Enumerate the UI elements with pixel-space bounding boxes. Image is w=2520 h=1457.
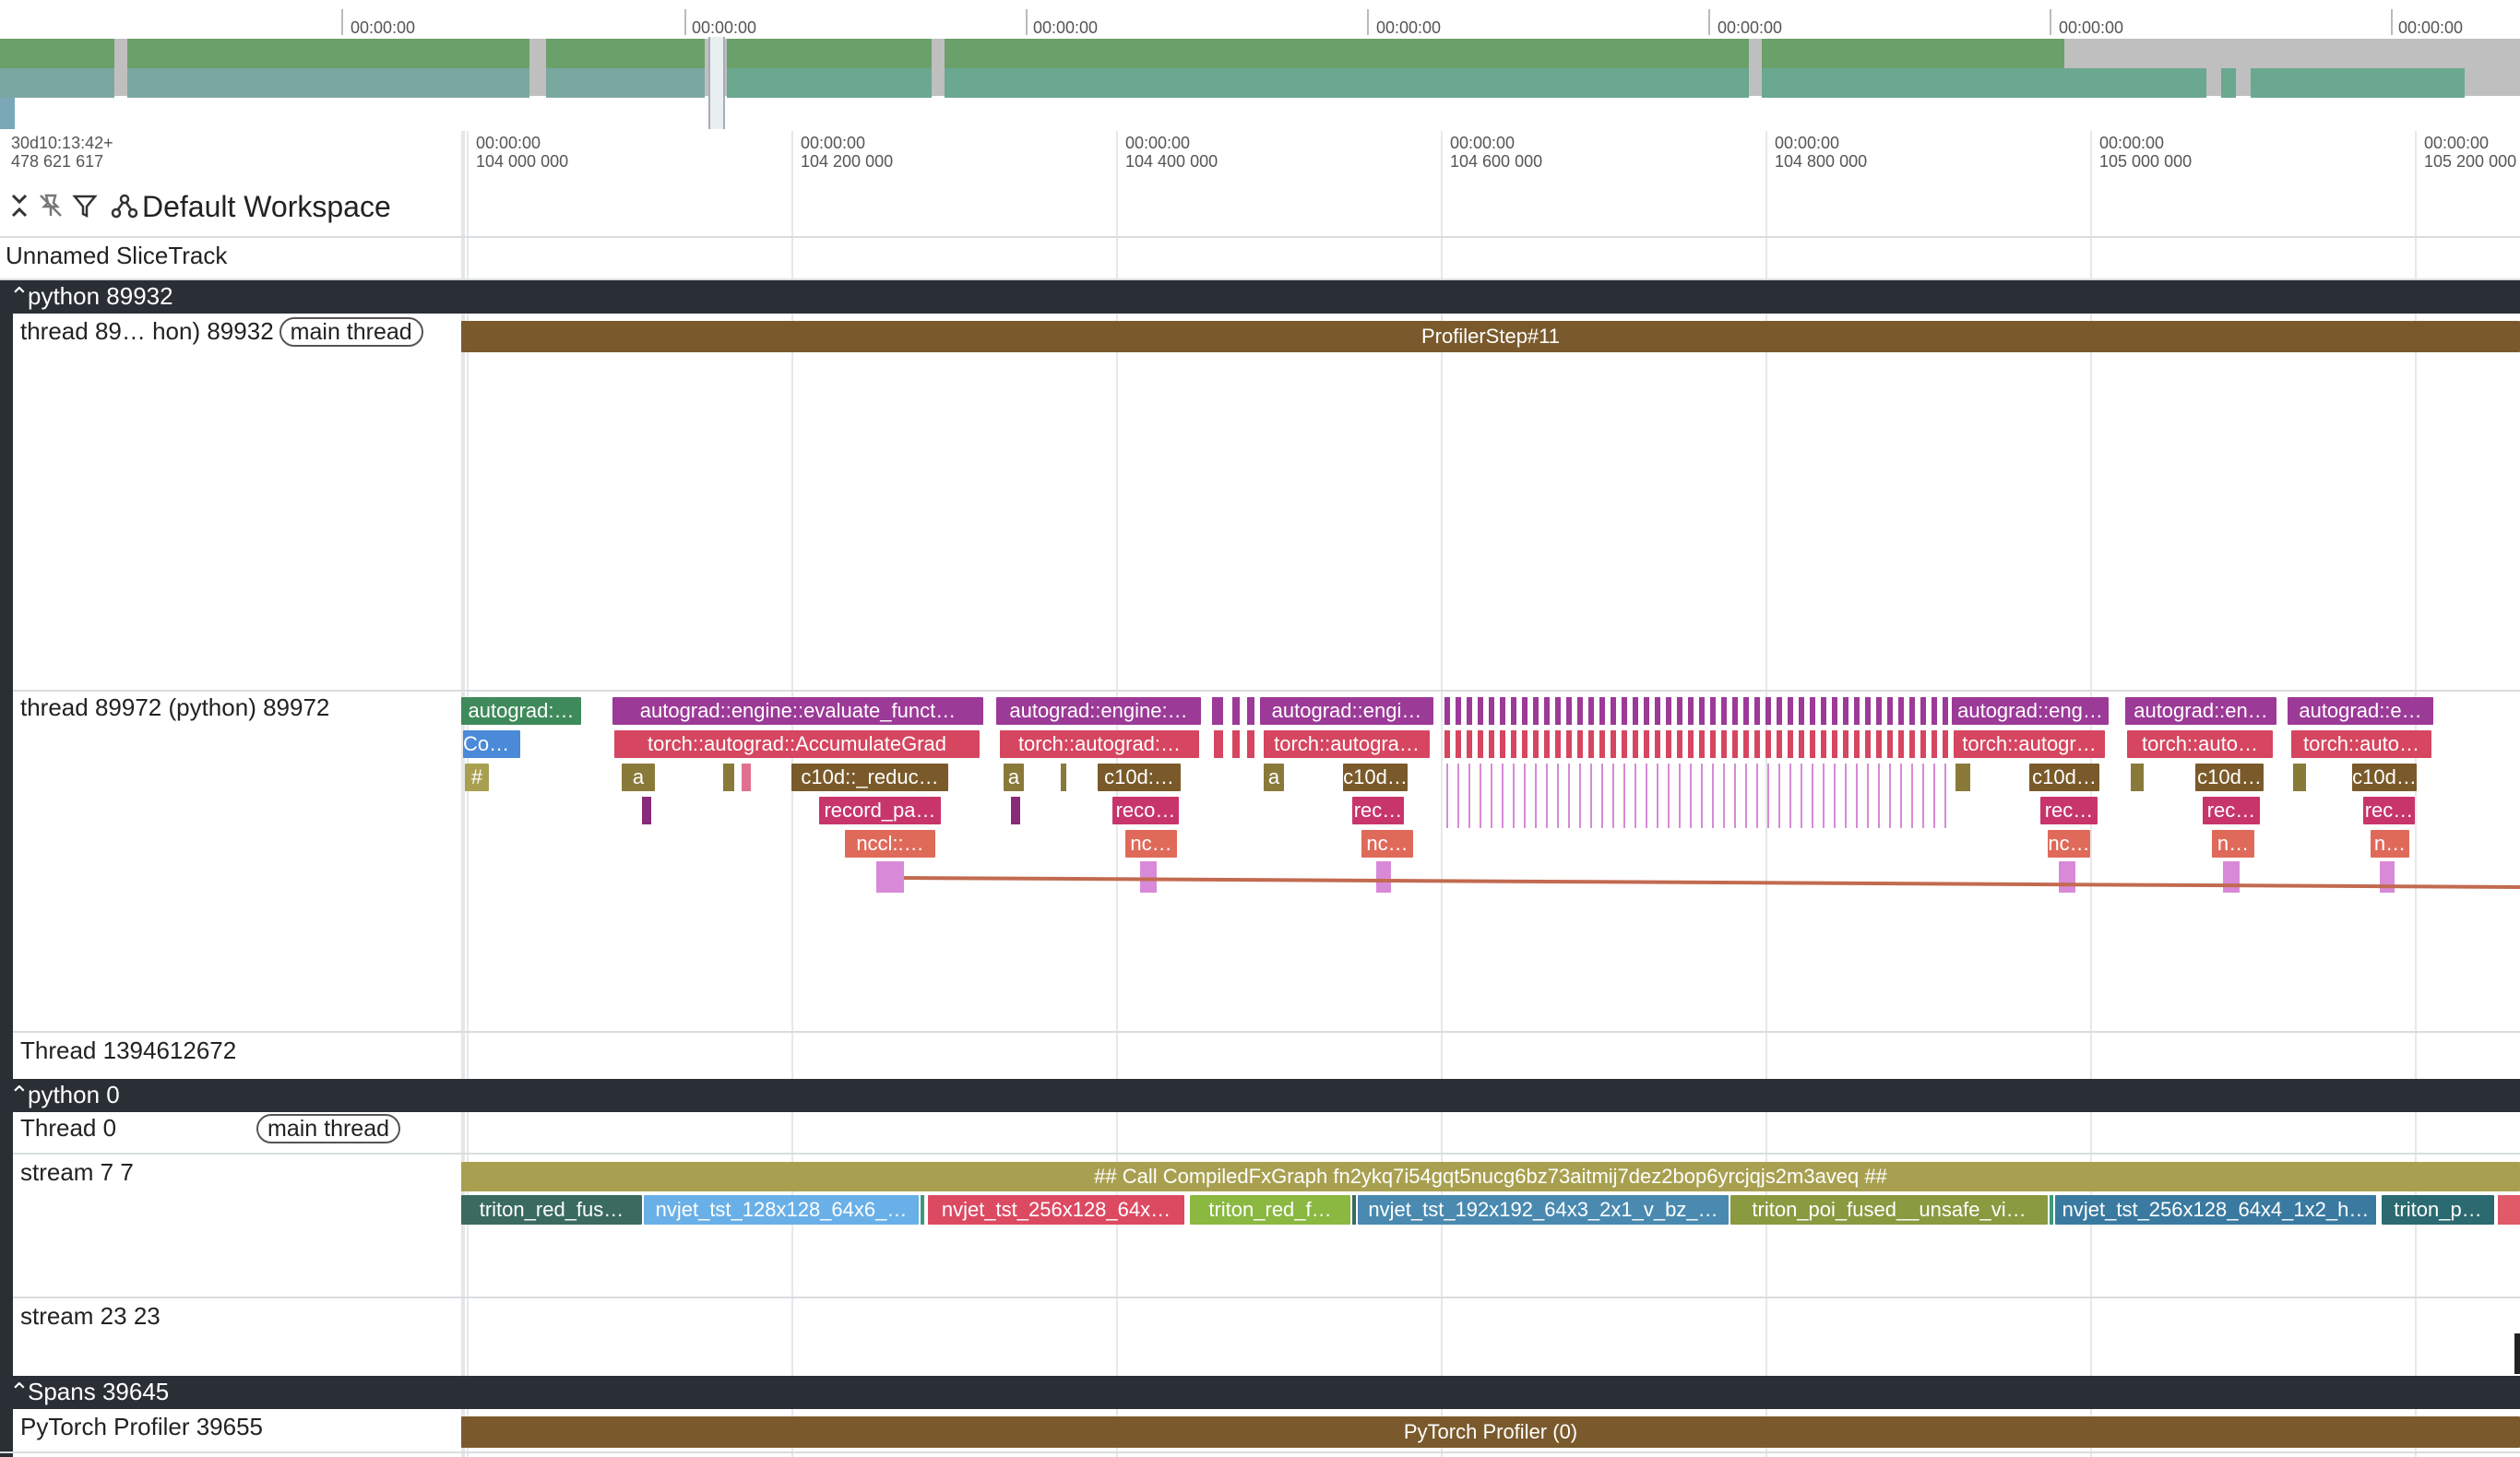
slice-marker[interactable]	[2050, 1195, 2053, 1225]
divider	[13, 1297, 2520, 1298]
divider	[0, 1451, 2520, 1453]
main-thread-badge: main thread	[256, 1114, 401, 1143]
chevron-up-icon[interactable]: ⌃	[9, 1081, 30, 1109]
slice-kernel[interactable]: nvjet_tst_256x128_64x…	[928, 1195, 1184, 1225]
slice-kernel[interactable]: triton_red_f…	[1190, 1195, 1350, 1225]
slice-marker[interactable]	[2498, 1195, 2520, 1225]
group-nesting-bar	[0, 1409, 13, 1457]
slice-compiled-graph[interactable]: ## Call CompiledFxGraph fn2ykq7i54gqt5nu…	[461, 1162, 2520, 1191]
track-label-thread-other[interactable]: Thread 1394612672	[20, 1036, 236, 1065]
group-title: Spans 39645	[28, 1378, 170, 1405]
track-label-stream23[interactable]: stream 23 23	[20, 1302, 160, 1331]
slice-kernel[interactable]: nvjet_tst_192x192_64x3_2x1_v_bz_…	[1358, 1195, 1729, 1225]
group-nesting-bar	[0, 1112, 13, 1376]
slice-kernel[interactable]: nvjet_tst_128x128_64x6_…	[644, 1195, 919, 1225]
track-label-stream7[interactable]: stream 7 7	[20, 1158, 134, 1187]
group-header-spans[interactable]: ⌃ Spans 39645	[0, 1376, 2520, 1409]
slice-kernel[interactable]: triton_red_fus…	[461, 1195, 642, 1225]
flow-arrow	[903, 876, 2520, 889]
slice-pytorch-profiler[interactable]: PyTorch Profiler (0)	[461, 1416, 2520, 1448]
chevron-up-icon[interactable]: ⌃	[9, 1378, 30, 1406]
group-header-python-0[interactable]: ⌃ python 0	[0, 1079, 2520, 1112]
slice-marker[interactable]	[1352, 1195, 1356, 1225]
slice-kernel[interactable]: triton_p…	[2382, 1195, 2494, 1225]
slice-marker[interactable]	[2514, 1333, 2520, 1374]
track-label-pytorch-profiler[interactable]: PyTorch Profiler 39655	[20, 1413, 263, 1441]
divider	[13, 1153, 2520, 1155]
group-title: python 0	[28, 1081, 120, 1108]
slice-kernel[interactable]: nvjet_tst_256x128_64x4_1x2_h…	[2055, 1195, 2376, 1225]
divider	[13, 1031, 2520, 1033]
slice-marker[interactable]	[921, 1195, 924, 1225]
slice-kernel[interactable]: triton_poi_fused__unsafe_vi…	[1730, 1195, 2048, 1225]
track-label-thread0[interactable]: Thread 0	[20, 1114, 116, 1143]
